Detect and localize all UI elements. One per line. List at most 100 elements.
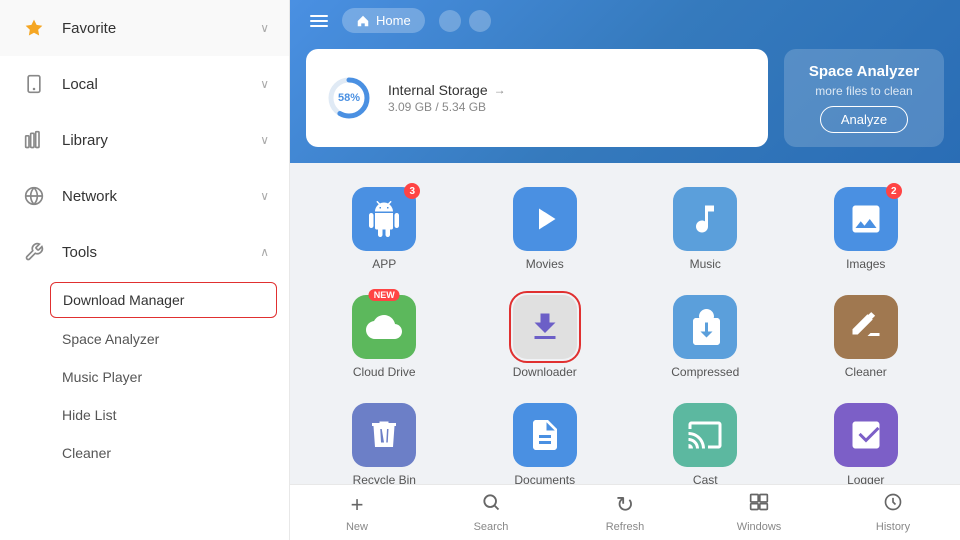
app-label-recycle-bin: Recycle Bin (353, 473, 416, 484)
badge-app: 3 (404, 183, 420, 199)
app-label-app: APP (372, 257, 396, 271)
search-icon (481, 492, 501, 518)
home-pill[interactable]: Home (342, 8, 425, 33)
tools-submenu: Download Manager Space Analyzer Music Pl… (0, 280, 289, 472)
sidebar-sub-download-manager[interactable]: Download Manager (50, 282, 277, 318)
app-item-images[interactable]: 2 Images (788, 179, 945, 279)
bottom-item-search[interactable]: Search (424, 485, 558, 540)
app-item-cloud-drive[interactable]: NEW Cloud Drive (306, 287, 463, 387)
badge-new-cloud: NEW (369, 289, 400, 301)
app-grid-area: 3 APP Movies Music (290, 163, 960, 484)
chevron-up-icon: ∧ (260, 245, 269, 259)
bottom-item-windows[interactable]: Windows (692, 485, 826, 540)
app-icon-logger (834, 403, 898, 467)
app-item-downloader[interactable]: Downloader (467, 287, 624, 387)
refresh-icon: ↻ (616, 492, 634, 518)
sidebar-item-tools-label: Tools (62, 244, 260, 261)
sidebar-item-network[interactable]: Network ∨ (0, 168, 289, 224)
sidebar-sub-hide-list[interactable]: Hide List (0, 396, 289, 434)
storage-info: Internal Storage 3.09 GB / 5.34 GB (388, 82, 506, 114)
storage-percent: 58% (338, 92, 360, 104)
library-icon (20, 126, 48, 154)
bottom-item-history[interactable]: History (826, 485, 960, 540)
main-content: Home 58% Internal Storage 3.09 GB / 5.3 (290, 0, 960, 540)
app-label-movies: Movies (526, 257, 564, 271)
app-icon-app: 3 (352, 187, 416, 251)
history-icon (883, 492, 903, 518)
header-content: 58% Internal Storage 3.09 GB / 5.34 GB S… (290, 41, 960, 163)
app-icon-cloud-drive: NEW (352, 295, 416, 359)
app-item-documents[interactable]: Documents (467, 395, 624, 484)
bottom-label-new: New (346, 521, 368, 533)
bottom-label-search: Search (474, 521, 509, 533)
sidebar-item-tools[interactable]: Tools ∧ (0, 224, 289, 280)
app-item-recycle-bin[interactable]: Recycle Bin (306, 395, 463, 484)
app-label-documents: Documents (514, 473, 575, 484)
menu-button[interactable] (306, 11, 332, 31)
sidebar-item-library[interactable]: Library ∨ (0, 112, 289, 168)
app-icon-music (673, 187, 737, 251)
sidebar-item-local[interactable]: Local ∨ (0, 56, 289, 112)
app-icon-documents (513, 403, 577, 467)
app-item-movies[interactable]: Movies (467, 179, 624, 279)
storage-card[interactable]: 58% Internal Storage 3.09 GB / 5.34 GB (306, 49, 768, 147)
bottom-label-refresh: Refresh (606, 521, 645, 533)
sidebar-item-network-label: Network (62, 188, 260, 205)
app-item-cast[interactable]: Cast (627, 395, 784, 484)
space-analyzer-subtitle: more files to clean (815, 84, 912, 98)
app-icon-downloader (513, 295, 577, 359)
space-analyzer-card: Space Analyzer more files to clean Analy… (784, 49, 944, 147)
app-label-cloud-drive: Cloud Drive (353, 365, 416, 379)
chevron-down-icon: ∨ (260, 21, 269, 35)
bottom-bar: + New Search ↻ Refresh Windows History (290, 484, 960, 540)
bottom-label-windows: Windows (737, 521, 782, 533)
app-icon-cast (673, 403, 737, 467)
bottom-item-new[interactable]: + New (290, 485, 424, 540)
storage-ring: 58% (326, 75, 372, 121)
local-icon (20, 70, 48, 98)
app-item-cleaner[interactable]: Cleaner (788, 287, 945, 387)
app-label-music: Music (690, 257, 721, 271)
bottom-item-refresh[interactable]: ↻ Refresh (558, 485, 692, 540)
sidebar-item-favorite[interactable]: Favorite ∨ (0, 0, 289, 56)
app-label-downloader: Downloader (513, 365, 577, 379)
app-icon-compressed (673, 295, 737, 359)
app-item-app[interactable]: 3 APP (306, 179, 463, 279)
app-label-cleaner: Cleaner (845, 365, 887, 379)
bottom-label-history: History (876, 521, 910, 533)
tools-icon (20, 238, 48, 266)
breadcrumb-dot-1[interactable] (439, 10, 461, 32)
breadcrumb (439, 10, 491, 32)
windows-icon (749, 492, 769, 518)
storage-title: Internal Storage (388, 82, 506, 98)
storage-size: 3.09 GB / 5.34 GB (388, 100, 506, 114)
sidebar-sub-music-player[interactable]: Music Player (0, 358, 289, 396)
header: Home 58% Internal Storage 3.09 GB / 5.3 (290, 0, 960, 163)
breadcrumb-dot-2[interactable] (469, 10, 491, 32)
app-item-logger[interactable]: Logger (788, 395, 945, 484)
chevron-down-icon: ∨ (260, 189, 269, 203)
app-icon-images: 2 (834, 187, 898, 251)
sidebar-item-favorite-label: Favorite (62, 20, 260, 37)
sidebar-sub-cleaner[interactable]: Cleaner (0, 434, 289, 472)
chevron-down-icon: ∨ (260, 77, 269, 91)
app-grid: 3 APP Movies Music (306, 179, 944, 484)
sidebar-item-local-label: Local (62, 76, 260, 93)
badge-images: 2 (886, 183, 902, 199)
new-icon: + (351, 492, 364, 518)
app-icon-cleaner (834, 295, 898, 359)
favorite-icon (20, 14, 48, 42)
app-icon-recycle-bin (352, 403, 416, 467)
sidebar-item-library-label: Library (62, 132, 260, 149)
app-item-music[interactable]: Music (627, 179, 784, 279)
space-analyzer-title: Space Analyzer (809, 63, 919, 80)
app-icon-movies (513, 187, 577, 251)
app-label-images: Images (846, 257, 885, 271)
analyze-button[interactable]: Analyze (820, 106, 908, 133)
app-label-cast: Cast (693, 473, 718, 484)
app-item-compressed[interactable]: Compressed (627, 287, 784, 387)
sidebar-sub-space-analyzer[interactable]: Space Analyzer (0, 320, 289, 358)
sidebar: Favorite ∨ Local ∨ Library ∨ Network ∨ T… (0, 0, 290, 540)
chevron-down-icon: ∨ (260, 133, 269, 147)
app-label-logger: Logger (847, 473, 884, 484)
